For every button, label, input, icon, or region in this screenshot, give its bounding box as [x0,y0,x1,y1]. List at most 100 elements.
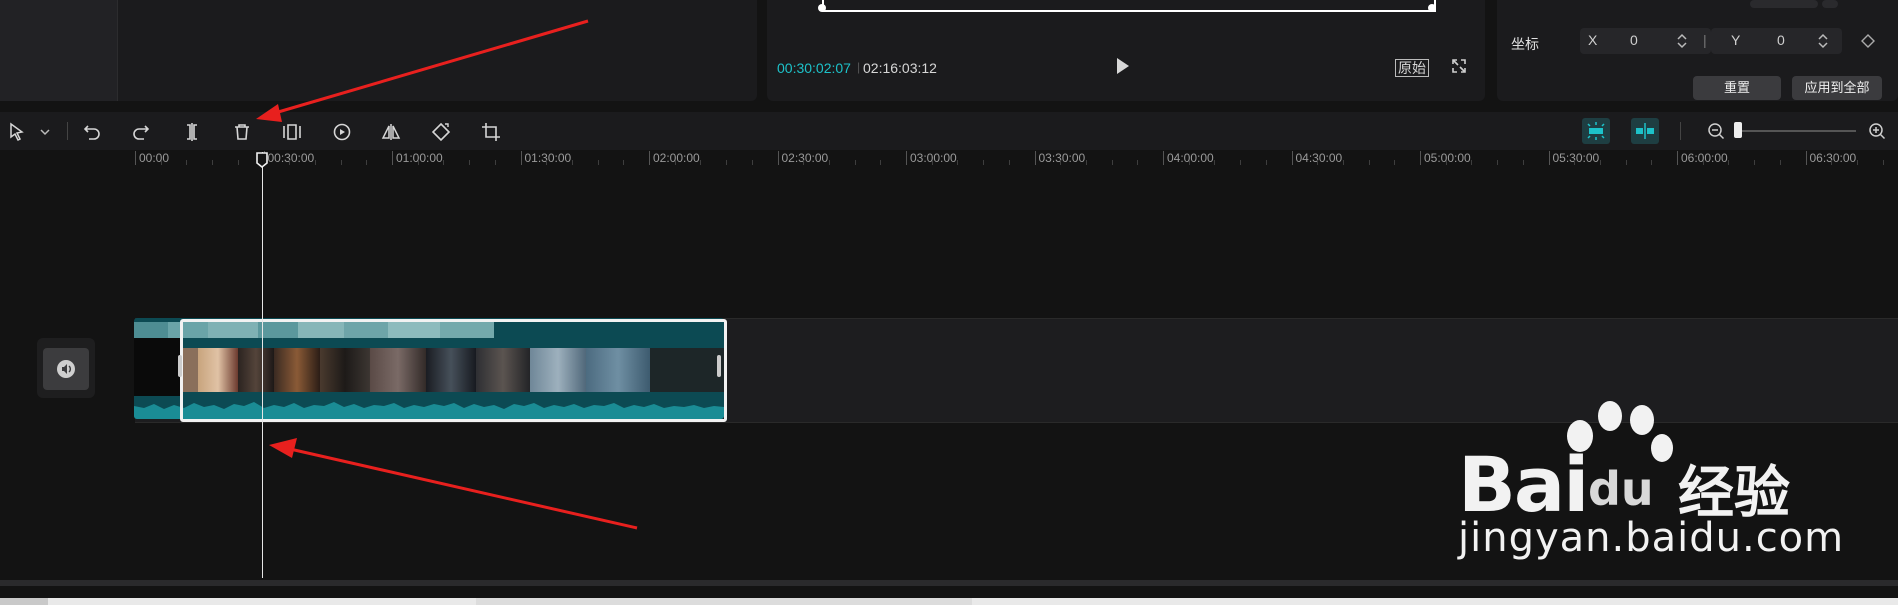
ruler-minor-tick [340,160,342,165]
ruler-tick-label: 00:30:00 [267,151,315,165]
playhead-line[interactable] [262,152,263,578]
ruler-tick-label: 04:00:00 [1167,151,1214,165]
timeline-scrollbar[interactable] [0,580,1898,586]
ruler-major-tick [1034,151,1036,165]
total-timecode: 02:16:03:12 [863,60,937,76]
split-icon[interactable] [181,121,203,143]
ruler-minor-tick [1060,160,1062,165]
ruler-minor-tick [571,160,573,165]
zoom-slider-thumb[interactable] [1734,122,1742,138]
zoom-slider-track[interactable] [1738,130,1856,132]
ruler-tick-label: 06:30:00 [1809,151,1857,165]
ruler-minor-tick [1445,160,1447,165]
clip-black-lead [134,338,180,396]
property-stub [1750,0,1818,8]
y-label: Y [1731,32,1741,48]
thumbnail [476,348,530,392]
ruler-major-tick [1420,151,1421,165]
thumbnail [530,348,586,392]
track-audio-toggle[interactable] [37,338,95,398]
ruler-minor-tick [1754,160,1756,165]
linkage-button[interactable] [1631,118,1659,144]
keyframe-icon[interactable] [1860,33,1876,49]
ruler-tick-label: 05:00:00 [1424,151,1471,165]
zoom-out-icon[interactable] [1707,122,1725,140]
auto-snap-button[interactable] [1582,118,1610,144]
x-input[interactable]: X 0 | [1580,28,1711,54]
preview-player: 00:30:02:07 | 02:16:03:12 原始 [767,0,1485,101]
ruler-minor-tick [1368,160,1370,165]
ruler-minor-tick [1702,160,1704,165]
ruler-tick-label: 05:30:00 [1552,151,1600,165]
ruler-minor-tick [494,160,496,165]
thumbnail [198,348,238,392]
ruler-major-tick [906,151,907,165]
ruler-minor-tick [237,160,239,165]
thumbnail [426,348,476,392]
ruler-minor-tick [1522,160,1524,165]
ruler-minor-tick [1137,160,1139,165]
select-icon[interactable] [6,121,28,143]
ruler-major-tick [777,151,779,165]
apply-all-button[interactable]: 应用到全部 [1792,76,1882,100]
ruler-major-tick [1163,151,1164,165]
reset-button[interactable]: 重置 [1693,76,1781,100]
ruler-minor-tick [726,160,728,165]
timecode-separator: | [857,60,861,74]
ruler-major-tick [649,151,650,165]
crop-icon[interactable] [480,121,502,143]
ruler-major-tick [392,151,393,165]
y-value: 0 [1777,32,1785,48]
ruler-minor-tick [1882,160,1884,165]
ruler-minor-tick [1497,160,1499,165]
ruler-tick-label: 01:00:00 [396,151,443,165]
ruler-minor-tick [803,160,805,165]
trim-handle-right[interactable] [717,355,721,377]
audio-toggle-bg [43,348,89,390]
bottom-strip [0,598,1898,605]
xy-separator: | [1703,32,1707,48]
ruler-minor-tick [983,160,985,165]
chevron-down-icon[interactable] [34,121,50,143]
y-input[interactable]: Y 0 [1711,28,1842,54]
redo-icon[interactable] [130,121,152,143]
fullscreen-icon[interactable] [1451,58,1467,74]
speed-icon[interactable] [331,121,353,143]
current-timecode: 00:30:02:07 [777,60,851,76]
properties-panel: 坐标 X 0 | Y 0 重置 应用到全部 [1497,0,1898,101]
ruler-minor-tick [1728,160,1730,165]
ruler-minor-tick [1188,160,1190,165]
ruler-minor-tick [212,160,214,165]
ruler-minor-tick [289,160,291,165]
zoom-in-icon[interactable] [1868,122,1886,140]
delete-icon[interactable] [231,121,253,143]
ruler-major-tick [1291,151,1293,165]
playhead-handle[interactable] [256,152,268,168]
ruler-tick-label: 02:00:00 [653,151,700,165]
thumbnail [650,348,724,392]
canvas-handle[interactable] [1428,4,1436,12]
ruler-minor-tick [186,160,188,165]
stepper-icon[interactable] [1817,33,1829,49]
undo-icon[interactable] [81,121,103,143]
watermark-brand-du: du [1588,462,1654,516]
ruler-major-tick [1548,151,1550,165]
original-ratio-button[interactable]: 原始 [1395,59,1429,77]
play-icon[interactable] [1117,58,1129,74]
video-clip[interactable] [134,318,724,419]
thumbnail [274,348,320,392]
stepper-icon[interactable] [1676,33,1688,49]
media-sidebar [0,0,118,101]
ruler-minor-tick [1085,160,1087,165]
ruler-tick-label: 00:00 [139,151,170,165]
toolbar-divider [1680,122,1681,140]
thumbnail [320,348,370,392]
trim-handle-left[interactable] [178,355,182,377]
freeze-frame-icon[interactable] [281,121,303,143]
ruler-minor-tick [1625,160,1627,165]
coord-label: 坐标 [1511,36,1539,52]
canvas-handle[interactable] [818,4,826,12]
ruler-minor-tick [957,160,959,165]
mirror-icon[interactable] [380,121,402,143]
rotate-icon[interactable] [430,121,452,143]
